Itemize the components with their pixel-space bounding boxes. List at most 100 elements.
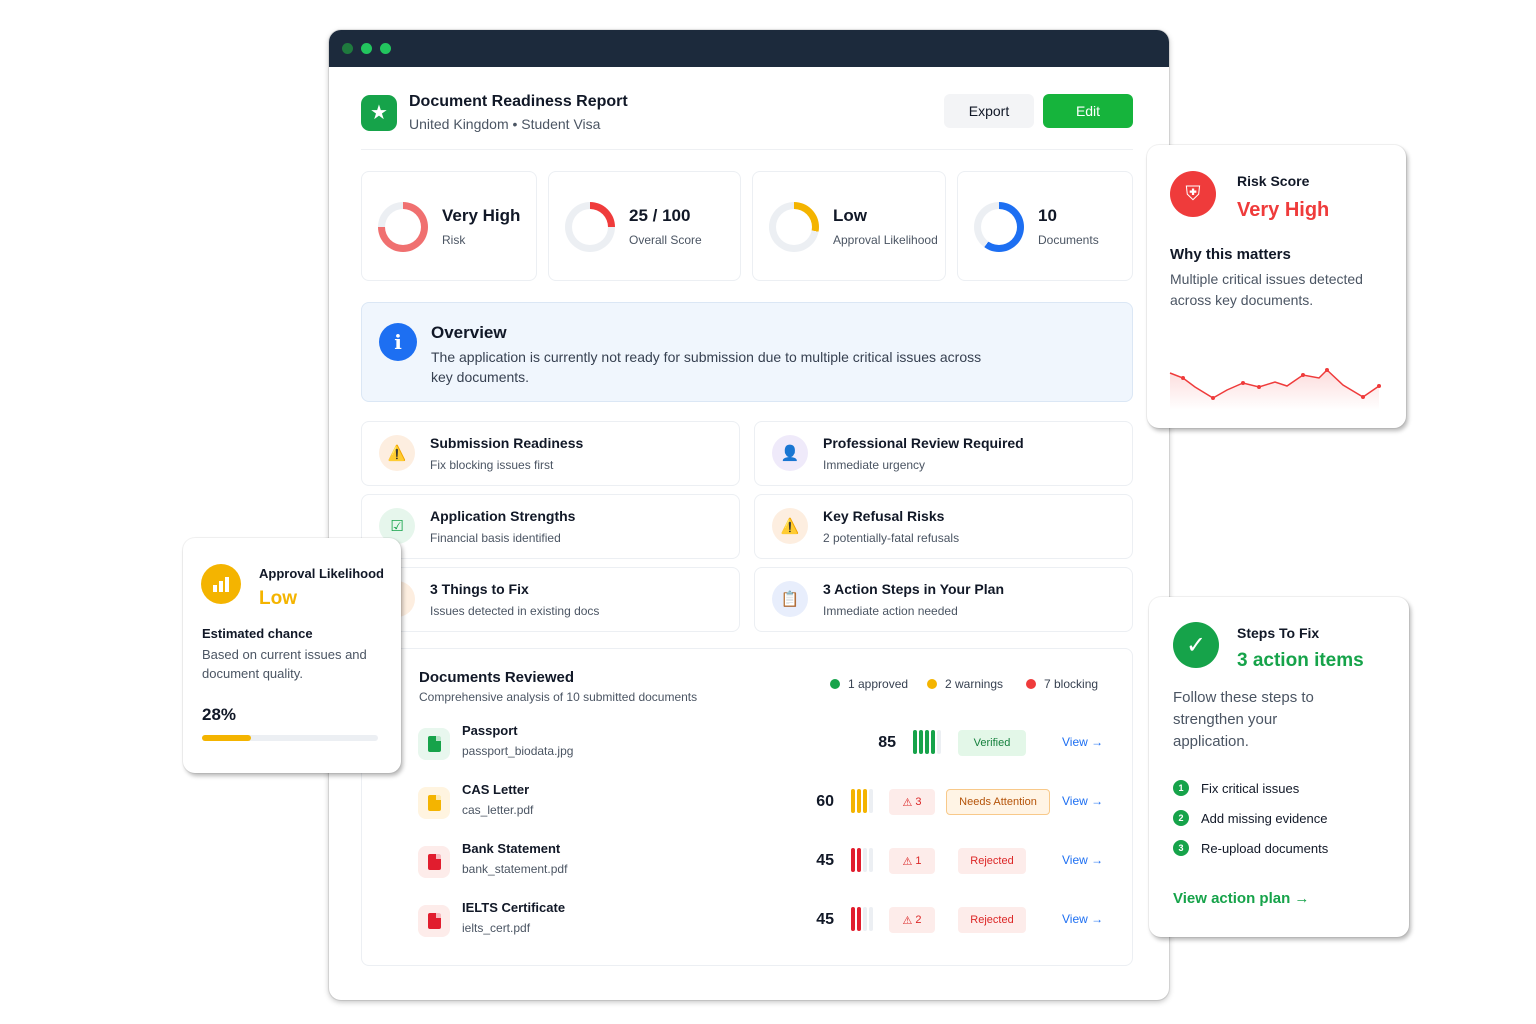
warning-icon: ⚠️ (772, 508, 808, 544)
score-bar (863, 789, 867, 813)
info-card-subtitle: 2 potentially-fatal refusals (823, 531, 960, 545)
score-bar (869, 848, 873, 872)
document-row[interactable]: Passport passport_biodata.jpg 85 Verifie… (362, 721, 1134, 771)
document-filename: passport_biodata.jpg (462, 744, 574, 758)
legend-approved: 1 approved (830, 677, 908, 691)
view-document-link[interactable]: View → (1062, 735, 1103, 749)
shield-icon: ⛨ (1170, 171, 1216, 217)
documents-subtitle: Comprehensive analysis of 10 submitted d… (419, 690, 698, 704)
view-action-plan-link[interactable]: View action plan → (1173, 890, 1309, 907)
warning-count-badge: ⚠ 3 (889, 789, 935, 815)
score-bar (869, 907, 873, 931)
window-minimize-dot[interactable] (361, 43, 372, 54)
stat-label: Documents (1038, 233, 1099, 247)
header-divider (361, 149, 1133, 150)
info-card-title: 3 Action Steps in Your Plan (823, 581, 1004, 597)
risk-card-heading: Why this matters (1170, 246, 1291, 263)
warning-count: 2 (915, 914, 922, 926)
document-filename: bank_statement.pdf (462, 862, 568, 876)
score-bar (857, 907, 861, 931)
approval-card-text: Based on current issues and document qua… (202, 647, 367, 681)
score-ring-icon (565, 202, 615, 252)
stat-card-approval: Low Approval Likelihood (752, 171, 946, 281)
info-card-strengths[interactable]: ☑ Application Strengths Financial basis … (361, 494, 740, 559)
step-item[interactable]: 1 Fix critical issues (1173, 780, 1299, 796)
page-subtitle: United Kingdom • Student Visa (409, 116, 601, 132)
edit-button[interactable]: Edit (1043, 94, 1133, 128)
legend-label: 7 blocking (1044, 677, 1099, 691)
info-card-refusal-risks[interactable]: ⚠️ Key Refusal Risks 2 potentially-fatal… (754, 494, 1133, 559)
overview-panel: i Overview The application is currently … (361, 302, 1133, 402)
status-badge: Rejected (958, 907, 1026, 933)
approval-progress-track (202, 735, 378, 741)
stat-value: 10 (1038, 206, 1057, 225)
status-badge: Verified (958, 730, 1026, 756)
step-label: Re-upload documents (1201, 840, 1329, 856)
approval-progress-fill (202, 735, 252, 741)
score-bar (851, 907, 855, 931)
score-bar (919, 730, 923, 754)
steps-card-value: 3 action items (1237, 650, 1364, 671)
info-card-title: Professional Review Required (823, 435, 1024, 451)
report-window: ★ Document Readiness Report United Kingd… (329, 30, 1169, 1000)
view-document-link[interactable]: View → (1062, 794, 1103, 808)
view-document-link[interactable]: View → (1062, 912, 1103, 926)
window-close-dot[interactable] (342, 43, 353, 54)
document-name: IELTS Certificate (462, 900, 566, 915)
info-card-subtitle: Financial basis identified (430, 531, 561, 545)
info-icon: i (379, 323, 417, 361)
documents-panel: Documents Reviewed Comprehensive analysi… (361, 648, 1133, 966)
steps-card-text: Follow these steps to strengthen your ap… (1173, 689, 1314, 750)
window-titlebar (329, 30, 1169, 67)
view-document-link[interactable]: View → (1062, 853, 1103, 867)
stat-card-score: 25 / 100 Overall Score (548, 171, 741, 281)
step-item[interactable]: 3 Re-upload documents (1173, 840, 1328, 856)
approval-likelihood-card: Approval Likelihood Low Estimated chance… (183, 538, 401, 773)
document-icon (418, 728, 450, 760)
step-item[interactable]: 2 Add missing evidence (1173, 810, 1327, 826)
stat-card-documents: 10 Documents (957, 171, 1133, 281)
score-bar (913, 730, 917, 754)
document-row[interactable]: IELTS Certificate ielts_cert.pdf 45 ⚠ 2 R… (362, 898, 1134, 948)
info-card-subtitle: Fix blocking issues first (430, 458, 554, 472)
legend-warnings: 2 warnings (927, 677, 1003, 691)
info-card-submission[interactable]: ⚠️ Submission Readiness Fix blocking iss… (361, 421, 740, 486)
info-card-things-to-fix[interactable]: 3 Things to Fix Issues detected in exist… (361, 567, 740, 632)
info-card-subtitle: Immediate urgency (823, 458, 926, 472)
overview-text: The application is currently not ready f… (431, 349, 982, 385)
steps-to-fix-card: ✓ Steps To Fix 3 action items Follow the… (1149, 597, 1409, 937)
warning-icon: ⚠️ (379, 435, 415, 471)
stat-value: Low (833, 206, 867, 225)
alert-triangle-icon: ⚠ (902, 914, 913, 927)
score-bar (925, 730, 929, 754)
alert-triangle-icon: ⚠ (902, 796, 913, 809)
info-card-action-steps[interactable]: 📋 3 Action Steps in Your Plan Immediate … (754, 567, 1133, 632)
step-label: Add missing evidence (1201, 810, 1328, 826)
document-icon (418, 905, 450, 937)
document-icon (418, 846, 450, 878)
risk-trend-sparkline (1169, 368, 1381, 410)
document-row[interactable]: Bank Statement bank_statement.pdf 45 ⚠ 1 … (362, 839, 1134, 889)
clipboard-icon: 📋 (772, 581, 808, 617)
warning-dot-icon (927, 679, 937, 689)
score-bar (863, 907, 867, 931)
score-bar (851, 848, 855, 872)
steps-card-label: Steps To Fix (1237, 625, 1320, 641)
report-header: ★ Document Readiness Report United Kingd… (361, 93, 628, 132)
stat-value: Very High (442, 206, 521, 225)
approval-card-heading: Estimated chance (202, 626, 313, 641)
document-score: 45 (816, 852, 834, 869)
approval-percent: 28% (202, 705, 237, 724)
info-card-review[interactable]: 👤 Professional Review Required Immediate… (754, 421, 1133, 486)
document-name: Passport (462, 723, 518, 738)
approval-card-value: Low (259, 588, 297, 609)
stat-card-risk: Very High Risk (361, 171, 537, 281)
info-card-title: 3 Things to Fix (430, 581, 529, 597)
legend-label: 2 warnings (945, 677, 1004, 691)
export-button[interactable]: Export (944, 94, 1034, 128)
window-maximize-dot[interactable] (380, 43, 391, 54)
info-card-subtitle: Issues detected in existing docs (430, 604, 600, 618)
document-row[interactable]: CAS Letter cas_letter.pdf 60 ⚠ 3 Needs At… (362, 780, 1134, 830)
document-filename: ielts_cert.pdf (462, 921, 531, 935)
document-score: 85 (878, 734, 896, 751)
